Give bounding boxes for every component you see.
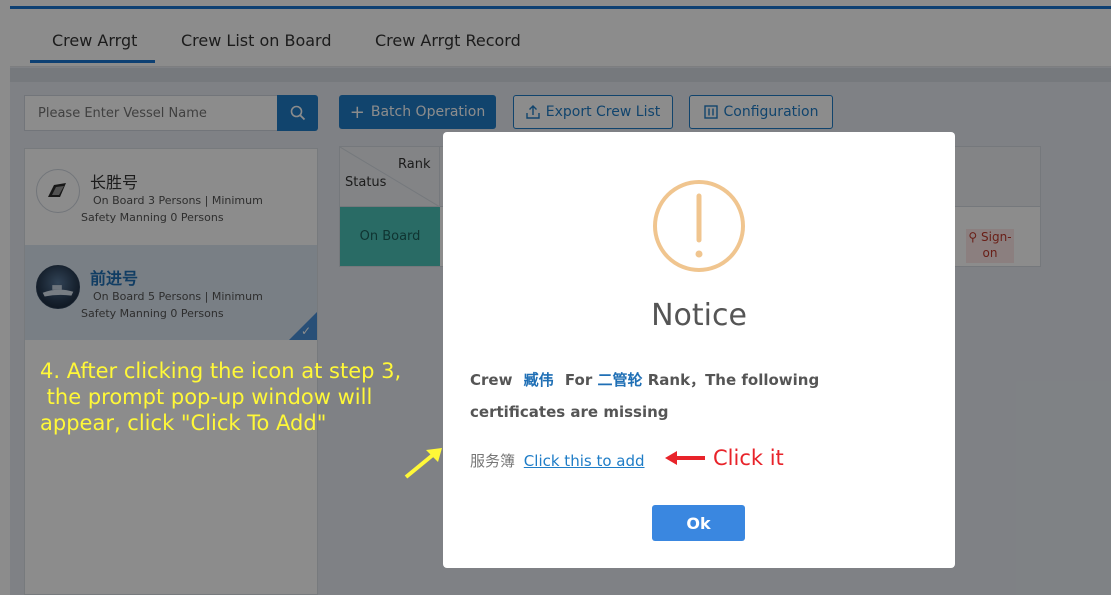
- warning-icon: [653, 180, 745, 272]
- msg-prefix: Crew: [470, 371, 513, 389]
- msg-suffix: Rank，The following: [647, 371, 820, 389]
- tutorial-annotation: 4. After clicking the icon at step 3, th…: [40, 358, 460, 436]
- missing-certificate-name: 服务簿: [470, 452, 516, 470]
- annotation-line-3: appear, click "Click To Add": [40, 411, 327, 435]
- click-it-hint: Click it: [665, 446, 784, 470]
- ok-button[interactable]: Ok: [652, 505, 745, 541]
- screen: Crew Arrgt Crew List on Board Crew Arrgt…: [0, 0, 1111, 595]
- click-to-add-link[interactable]: Click this to add: [524, 452, 645, 470]
- annotation-line-2: the prompt pop-up window will: [40, 385, 373, 409]
- dialog-message: Crew 臧伟 For 二管轮 Rank，The following certi…: [470, 364, 910, 428]
- rank-name: 二管轮: [597, 371, 643, 389]
- click-it-text: Click it: [713, 446, 784, 470]
- crew-name: 臧伟: [523, 371, 554, 389]
- red-arrow-icon: [665, 451, 705, 465]
- msg-line-2: certificates are missing: [470, 403, 669, 421]
- missing-certificate: 服务簿 Click this to add: [470, 450, 645, 471]
- annotation-line-1: 4. After clicking the icon at step 3,: [40, 359, 402, 383]
- yellow-arrow-icon: [404, 448, 442, 479]
- msg-for: For: [564, 371, 593, 389]
- dialog-title: Notice: [651, 298, 747, 333]
- notice-dialog: Notice Crew 臧伟 For 二管轮 Rank，The followin…: [443, 132, 955, 568]
